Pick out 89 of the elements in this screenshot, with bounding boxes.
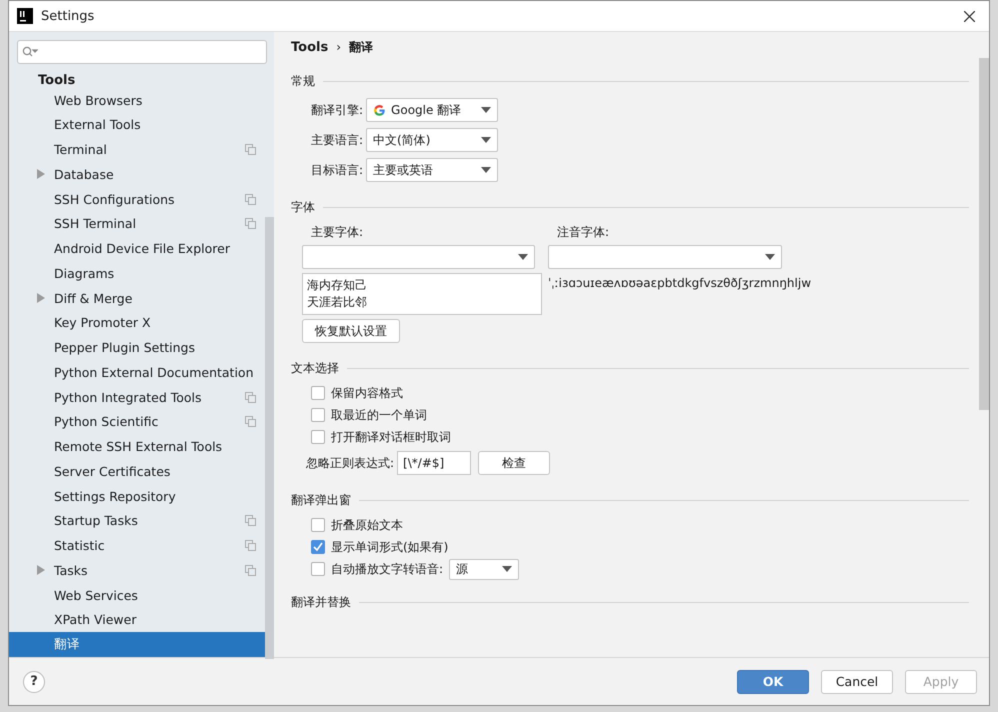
sidebar-item[interactable]: Terminal [9,137,265,162]
checkbox[interactable] [311,562,325,576]
dialog-button[interactable]: Cancel [821,670,893,694]
dropdown[interactable] [548,245,782,269]
dialog-button[interactable]: OK [737,670,809,694]
dropdown[interactable]: 中文(简体) [366,128,498,152]
section-title: 常规 [291,72,315,90]
sidebar-item[interactable]: External Tools [9,112,265,138]
checkbox-label[interactable]: 显示单词形式(如果有) [331,538,448,556]
project-icon [245,416,256,428]
caret-icon [481,107,492,113]
sidebar-item[interactable]: SSH Configurations [9,186,265,212]
project-icon [245,218,256,230]
breadcrumb-link[interactable]: Tools [291,40,328,54]
dropdown[interactable] [302,245,535,269]
expand-icon[interactable] [36,565,46,576]
project-icon [245,144,256,156]
field-label: 主要字体: [310,224,364,241]
expand-icon[interactable] [36,169,46,180]
sidebar-item[interactable]: Android Device File Explorer [9,236,265,262]
section-title: 字体 [291,198,315,216]
check-button[interactable]: 检查 [478,451,550,475]
checkbox-label[interactable]: 打开翻译对话框时取词 [331,428,451,446]
sidebar-item[interactable]: XPath Viewer [9,608,265,632]
font-preview: 海内存知己 天涯若比邻 [302,273,542,315]
sidebar-item[interactable]: Database [9,162,265,187]
window-title: Settings [41,8,96,24]
app-logo-icon [17,8,33,24]
reset-button[interactable]: 恢复默认设置 [302,319,400,343]
project-icon [245,392,256,403]
caret-icon [518,254,528,260]
sidebar-item[interactable]: Python Integrated Tools [9,384,265,410]
dropdown[interactable]: Google 翻译 [366,98,498,122]
dropdown[interactable]: 主要或英语 [366,158,498,182]
sidebar-item[interactable]: 翻译 [9,632,265,658]
field-label: 注音字体: [556,224,610,241]
checkbox[interactable] [311,518,325,532]
sidebar-item[interactable]: Pepper Plugin Settings [9,335,265,360]
field-label: 忽略正则表达式: [306,454,394,472]
checkbox[interactable] [311,386,325,400]
project-icon [245,194,256,205]
breadcrumb-separator: › [336,40,342,54]
checkbox-label[interactable]: 保留内容格式 [331,384,403,402]
caret-icon [765,254,775,260]
search-icon [22,46,38,58]
breadcrumb-current: 翻译 [349,38,374,56]
regex-field[interactable]: [\*/#$] [397,451,472,475]
dropdown[interactable]: 源 [449,558,520,580]
help-button[interactable]: ? [23,670,45,692]
section-title: 翻译并替换 [291,594,351,610]
checkbox[interactable] [311,408,325,422]
section-title: 文本选择 [291,360,339,376]
checkbox-label[interactable]: 取最近的一个单词 [331,406,427,424]
sidebar-item[interactable]: Settings Repository [9,484,265,509]
caret-icon [481,137,492,143]
scrollbar-thumb[interactable] [979,58,989,410]
sidebar-item[interactable]: Statistic [9,533,265,558]
checkbox-label[interactable]: 折叠原始文本 [331,516,403,534]
caret-icon [502,566,512,572]
close-icon [964,10,974,22]
sidebar-item[interactable]: Diagrams [9,261,265,286]
sidebar-item[interactable]: Server Certificates [9,459,265,484]
checkbox-label[interactable]: 自动播放文字转语音: [331,560,444,578]
sidebar-item[interactable]: Tasks [9,558,265,583]
field-label: 主要语言: [311,132,364,148]
field-label: 目标语言: [311,162,364,178]
phonetic-preview: ˈˌːiɜɑɔuɪeæʌɒʊəaɛpbtdkgfvszθðʃʒrzmnŋhljw [548,275,812,292]
caret-icon [481,167,492,173]
sidebar-item[interactable]: Diff & Merge [9,286,265,311]
project-icon [245,564,256,576]
google-logo-icon [373,104,386,116]
sidebar-item[interactable]: SSH Terminal [9,212,265,236]
sidebar-item[interactable]: Web Browsers [9,88,265,113]
sidebar-item[interactable]: Python Scientific [9,410,265,434]
section-header: Tools [37,72,76,88]
checkbox[interactable] [311,540,325,554]
section-title: 翻译弹出窗 [291,492,351,508]
sidebar-item[interactable]: Python External Documentation [9,360,265,385]
sidebar-item[interactable]: Remote SSH External Tools [9,434,265,460]
field-label: 翻译引擎: [311,102,364,118]
checkbox[interactable] [311,430,325,444]
project-icon [245,515,256,526]
search-field[interactable] [17,40,267,64]
sidebar-item[interactable]: Key Promoter X [9,310,265,336]
sidebar-item[interactable]: Startup Tasks [9,508,265,534]
expand-icon[interactable] [36,293,46,304]
scrollbar-thumb[interactable] [265,217,274,659]
sidebar-item[interactable]: Web Services [9,582,265,608]
project-icon [245,540,256,552]
